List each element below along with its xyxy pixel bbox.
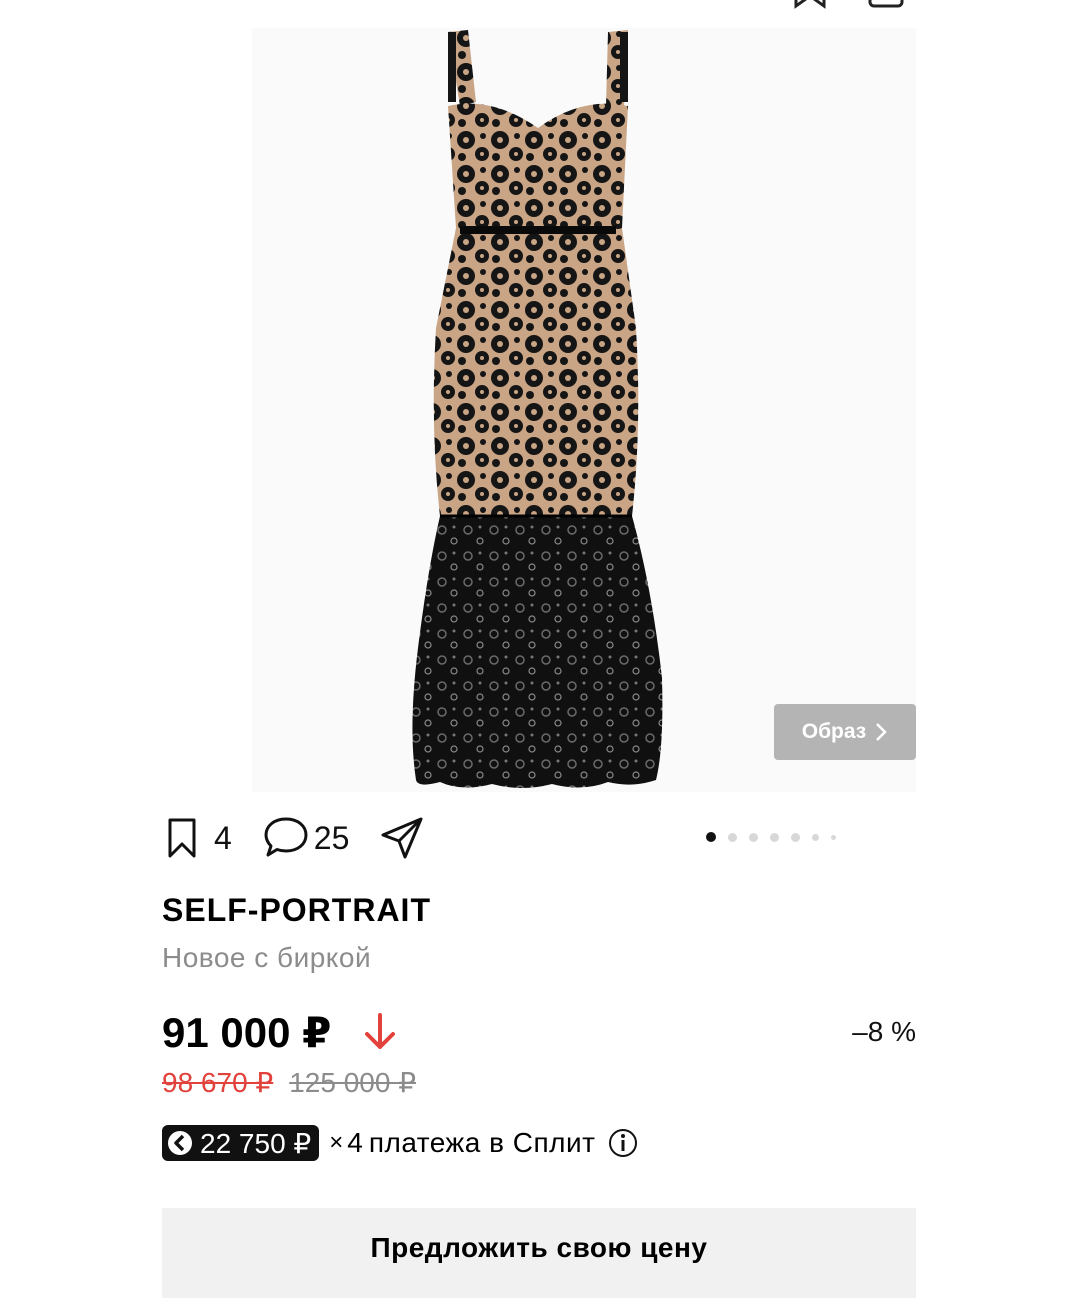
comments-count: 25 bbox=[313, 819, 350, 856]
bookmark-icon bbox=[168, 818, 196, 858]
product-image bbox=[412, 30, 663, 788]
original-price: 125 000 ₽ bbox=[289, 1067, 417, 1098]
social-actions: 4 25 bbox=[162, 812, 425, 864]
split-times-sign: × bbox=[329, 1129, 344, 1156]
split-count: 4 bbox=[347, 1127, 363, 1158]
comments-button[interactable]: 25 bbox=[262, 815, 350, 861]
gallery-pagination bbox=[706, 832, 836, 842]
pagination-dot[interactable] bbox=[749, 832, 758, 842]
look-button[interactable]: Образ bbox=[774, 704, 916, 760]
offer-price-button[interactable]: Предложить свою цену bbox=[162, 1208, 916, 1298]
split-amount: 22 750 ₽ bbox=[200, 1127, 312, 1159]
previous-price: 98 670 ₽ bbox=[162, 1067, 274, 1098]
split-payment[interactable]: 22 750 ₽ × 4 платежа в Сплит bbox=[162, 1124, 639, 1162]
condition-label: Новое с биркой bbox=[162, 942, 372, 973]
split-badge: 22 750 ₽ bbox=[162, 1125, 320, 1161]
share-icon bbox=[381, 817, 423, 859]
discount-badge: –8 % bbox=[852, 1016, 916, 1047]
look-button-label: Образ bbox=[801, 720, 867, 743]
pagination-dot[interactable] bbox=[728, 832, 737, 842]
top-favorite-icon[interactable] bbox=[790, 0, 830, 10]
pagination-dot[interactable] bbox=[812, 833, 819, 841]
pagination-dot[interactable] bbox=[791, 832, 800, 842]
chevron-right-icon bbox=[876, 723, 888, 741]
top-cart-icon[interactable] bbox=[866, 0, 906, 10]
pagination-dot[interactable] bbox=[706, 832, 716, 842]
pagination-dot[interactable] bbox=[831, 834, 836, 840]
arrow-down-icon bbox=[365, 1013, 395, 1049]
brand-name[interactable]: SELF-PORTRAIT bbox=[162, 892, 431, 929]
split-label: платежа в Сплит bbox=[368, 1127, 596, 1158]
current-price: 91 000 ₽ bbox=[162, 1009, 332, 1056]
pagination-dot[interactable] bbox=[770, 832, 779, 842]
share-button[interactable] bbox=[379, 815, 425, 861]
comment-icon bbox=[264, 817, 308, 857]
top-toolbar bbox=[790, 0, 920, 10]
split-logo-icon bbox=[168, 1131, 192, 1155]
product-gallery[interactable]: Образ bbox=[252, 28, 916, 792]
old-prices: 98 670 ₽ 125 000 ₽ bbox=[162, 1066, 416, 1099]
info-icon[interactable] bbox=[607, 1127, 639, 1159]
price-row: 91 000 ₽ –8 % bbox=[162, 1008, 916, 1058]
favorites-count: 4 bbox=[214, 819, 232, 856]
favorite-button[interactable]: 4 bbox=[162, 814, 232, 862]
